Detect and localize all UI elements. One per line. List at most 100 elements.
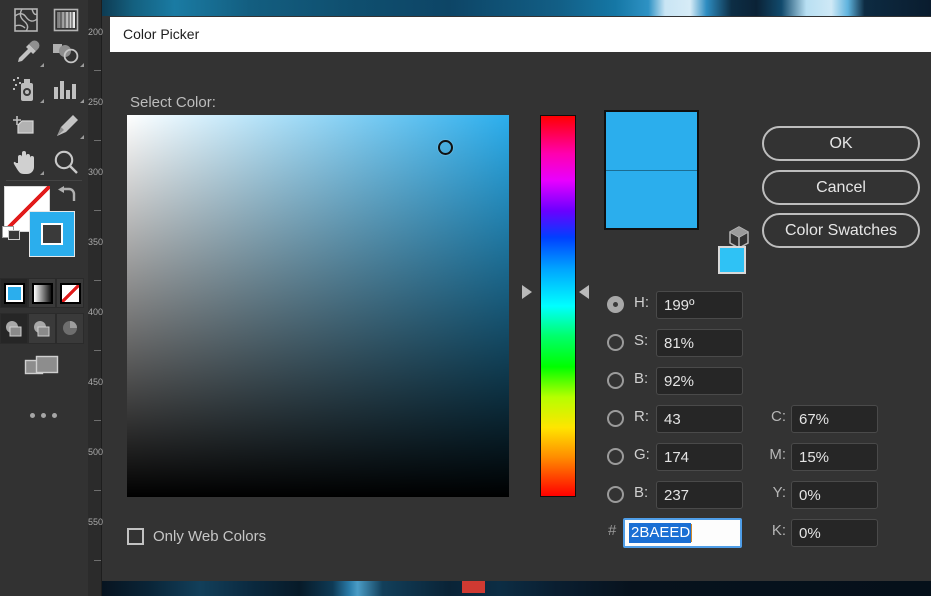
edit-toolbar-button[interactable] — [24, 406, 62, 424]
hue-slider-handle-right[interactable] — [579, 285, 589, 299]
tools-panel — [0, 0, 88, 596]
label-green: G: — [634, 446, 650, 463]
only-web-colors-row[interactable]: Only Web Colors — [127, 528, 266, 545]
draw-inside-button[interactable] — [56, 313, 84, 344]
ruler-tick-label: 350 — [88, 237, 104, 247]
label-hue: H: — [634, 294, 649, 311]
radio-hue[interactable] — [607, 296, 624, 313]
color-swatches-button[interactable]: Color Swatches — [762, 213, 920, 248]
draw-normal-button[interactable] — [0, 313, 28, 344]
input-blue[interactable]: 237 — [656, 481, 743, 509]
hand-tool[interactable] — [4, 144, 48, 179]
color-marker[interactable] — [438, 140, 453, 155]
only-web-colors-checkbox[interactable] — [127, 528, 144, 545]
ruler-tick-label: 450 — [88, 377, 104, 387]
ruler-tick — [94, 210, 101, 211]
default-swatches-icon — [2, 226, 20, 240]
none-mode-icon — [59, 282, 81, 304]
ruler-tick-label: 400 — [88, 308, 103, 317]
shape-builder-tool[interactable] — [44, 36, 88, 71]
radio-brightness[interactable] — [607, 372, 624, 389]
input-cyan[interactable]: 67% — [791, 405, 878, 433]
label-red: R: — [634, 408, 649, 425]
ruler-tick-label: 300 — [88, 168, 103, 177]
ok-button[interactable]: OK — [762, 126, 920, 161]
symbol-sprayer-tool[interactable] — [4, 72, 48, 107]
mesh-tool[interactable] — [4, 2, 48, 37]
hue-slider-handle-left[interactable] — [522, 285, 532, 299]
gradient-tool[interactable] — [44, 2, 88, 37]
none-mode-button[interactable] — [56, 278, 84, 308]
draw-behind-button[interactable] — [28, 313, 56, 344]
artboard-icon — [13, 115, 34, 134]
hue-slider[interactable] — [540, 115, 576, 497]
ruler-tick — [94, 280, 101, 281]
ruler-label-text: 350 — [88, 237, 104, 247]
flyout-triangle — [80, 63, 84, 67]
cancel-button[interactable]: Cancel — [762, 170, 920, 205]
hex-value-text: 2BAEED — [629, 523, 692, 543]
input-green[interactable]: 174 — [656, 443, 743, 471]
dialog-title: Color Picker — [123, 26, 200, 42]
ruler-label-text: 550 — [88, 517, 104, 527]
ruler-tick — [94, 350, 101, 351]
slice-tool[interactable] — [44, 108, 88, 143]
illustrator-window: 200 250 300 350 400 450 500 550 Color Pi… — [0, 0, 931, 596]
artwork-red-marker — [462, 581, 485, 593]
hex-prefix: # — [608, 522, 617, 539]
color-mode-button[interactable] — [0, 278, 28, 308]
dot-2 — [40, 412, 46, 418]
label-saturation: S: — [634, 332, 649, 349]
gradient-mode-button[interactable] — [28, 278, 56, 308]
flyout-triangle — [80, 135, 84, 139]
label-cyan: C: — [771, 408, 786, 425]
hex-input[interactable]: 2BAEED — [623, 518, 742, 548]
dialog-body: Select Color: OK Cancel Color Swatches H… — [110, 52, 931, 573]
input-yellow[interactable]: 0% — [791, 481, 878, 509]
flyout-triangle — [80, 99, 84, 103]
field-row-saturation: S: 81% — [110, 328, 743, 360]
ruler-tick-label: 500 — [88, 447, 104, 457]
ruler-tick-label: 250 — [88, 97, 104, 107]
artboard-tool[interactable] — [4, 108, 48, 143]
ruler-tick — [94, 560, 101, 561]
magnifier-icon — [54, 150, 78, 174]
radio-blue[interactable] — [607, 486, 624, 503]
ruler-label-text: 500 — [88, 447, 104, 457]
eyedropper-tool[interactable] — [4, 36, 48, 71]
column-graph-tool[interactable] — [44, 72, 88, 107]
drawing-mode-group — [0, 313, 86, 345]
swap-fill-stroke-icon[interactable] — [56, 185, 78, 207]
input-brightness[interactable]: 92% — [656, 367, 743, 395]
ruler-tick — [94, 420, 101, 421]
default-fill-stroke-icon[interactable] — [2, 222, 22, 242]
input-red[interactable]: 43 — [656, 405, 743, 433]
ruler-label-text: 450 — [88, 377, 104, 387]
vertical-ruler[interactable]: 200 250 300 350 400 450 500 550 — [88, 0, 104, 596]
stroke-swatch[interactable] — [29, 211, 75, 257]
new-color-swatch — [606, 112, 697, 170]
ruler-tick — [94, 70, 101, 71]
only-web-colors-label: Only Web Colors — [153, 528, 267, 545]
radio-saturation[interactable] — [607, 334, 624, 351]
gradient-icon — [53, 8, 79, 31]
hand-icon — [13, 150, 34, 174]
draw-inside-icon — [63, 320, 77, 335]
ruler-label-text: 250 — [88, 97, 104, 107]
color-preview — [604, 110, 699, 230]
input-black[interactable]: 0% — [791, 519, 878, 547]
zoom-tool[interactable] — [44, 144, 88, 179]
web-safe-color-swatch[interactable] — [718, 246, 746, 274]
input-hue[interactable]: 199º — [656, 291, 743, 319]
screen-mode-button[interactable] — [22, 352, 62, 384]
label-blue: B: — [634, 484, 649, 501]
radio-green[interactable] — [607, 448, 624, 465]
radio-red[interactable] — [607, 410, 624, 427]
artwork-top-band — [100, 0, 931, 16]
toolbar-divider — [6, 180, 82, 181]
screen-mode-icon — [24, 355, 59, 375]
input-magenta[interactable]: 15% — [791, 443, 878, 471]
color-mode-group — [0, 278, 86, 310]
dialog-titlebar[interactable]: Color Picker — [110, 17, 931, 52]
input-saturation[interactable]: 81% — [656, 329, 743, 357]
